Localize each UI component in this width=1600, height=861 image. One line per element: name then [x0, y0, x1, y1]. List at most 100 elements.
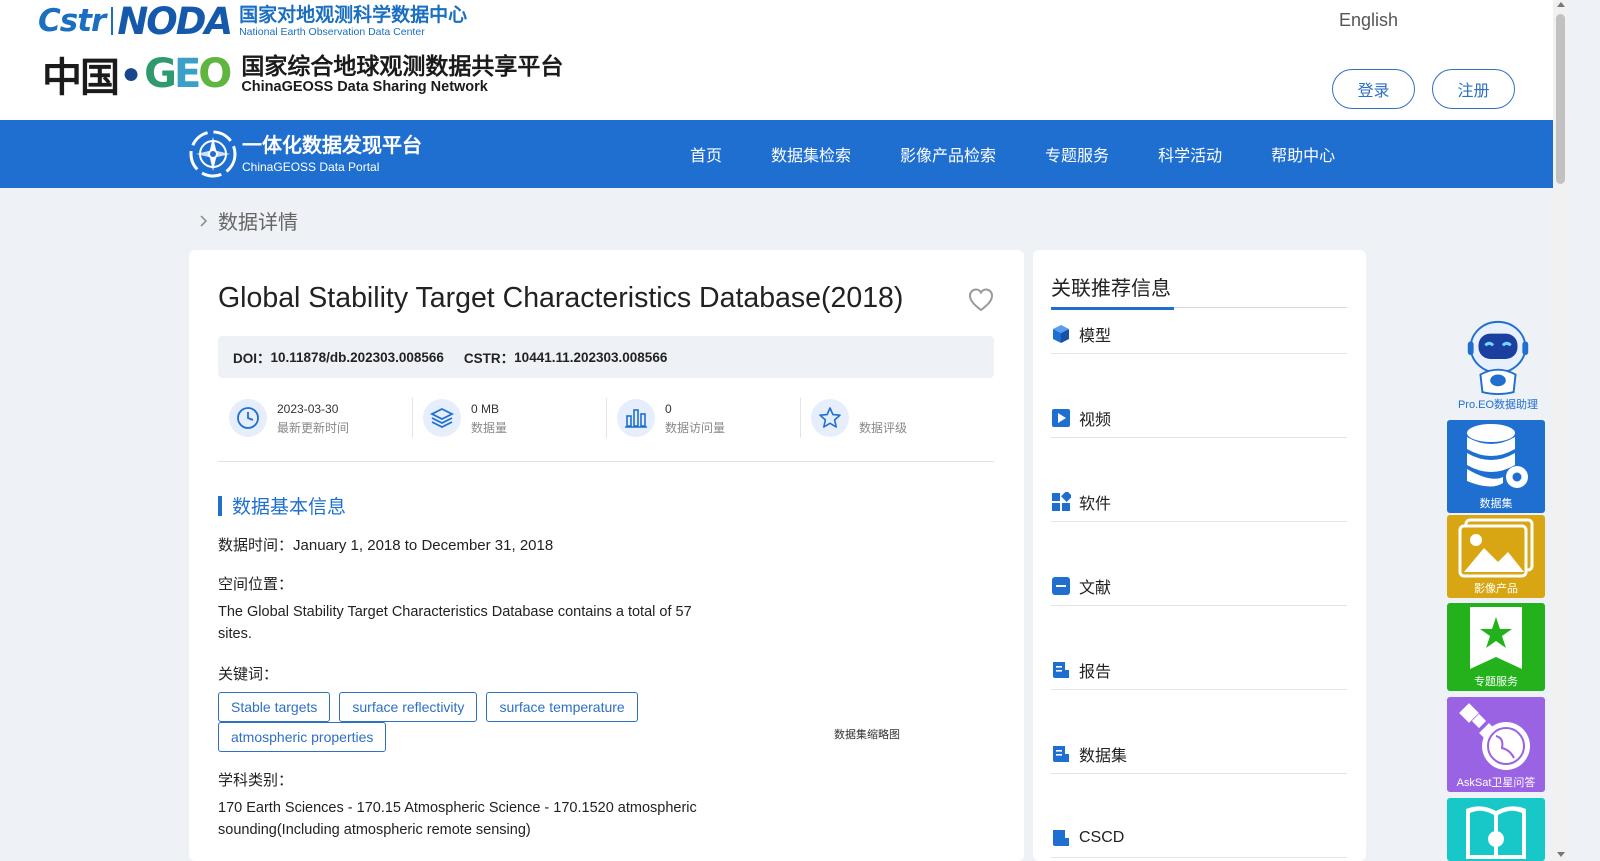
dataset-title: Global Stability Target Characteristics … [218, 282, 904, 314]
report-icon [1051, 660, 1071, 680]
nav-item-home[interactable]: 首页 [690, 142, 722, 166]
database-gear-icon [1467, 424, 1528, 488]
page-scrollbar[interactable] [1553, 0, 1568, 861]
noda-logo[interactable]: Cstr NODA 国家对地观测科学数据中心 National Earth Ob… [38, 0, 467, 43]
logo-separator [111, 7, 114, 35]
heart-icon[interactable] [967, 286, 995, 314]
related-item-label: CSCD [1079, 828, 1125, 846]
nav-menu: 首页 数据集检索 影像产品检索 专题服务 科学活动 帮助中心 [690, 120, 1335, 188]
keyword-tag[interactable]: atmospheric properties [218, 722, 387, 752]
related-item-label: 软件 [1079, 495, 1112, 513]
doc-icon [1051, 576, 1071, 596]
noda-logo-text: NODA [117, 0, 233, 43]
related-item-software[interactable]: 软件 [1051, 486, 1347, 522]
noda-name: 国家对地观测科学数据中心 National Earth Observation … [239, 5, 467, 38]
section-basic-info: 数据基本信息 [218, 492, 346, 519]
breadcrumb: 数据详情 [198, 206, 298, 235]
cstr-value[interactable]: 10441.11.202303.008566 [514, 350, 667, 365]
tool-book-button[interactable] [1447, 798, 1545, 861]
dataset-icon [1051, 744, 1071, 764]
star-icon [811, 399, 849, 437]
section-title: 数据基本信息 [232, 497, 347, 518]
scroll-thumb[interactable] [1556, 14, 1565, 184]
assistant-label: Pro.EO数据助理 [1457, 399, 1539, 411]
geo-logo-text: GEO [144, 51, 232, 97]
china-logo-text: 中国 [42, 54, 120, 101]
related-item-label: 视频 [1079, 411, 1112, 429]
stat-value: 0 [665, 401, 672, 416]
apps-icon [1051, 491, 1071, 512]
stat-value: 2023-03-30 [277, 401, 339, 416]
subject-label: 学科类别： [218, 772, 294, 789]
open-book-icon [1466, 806, 1526, 859]
stat-visits: 0 数据访问量 [606, 392, 800, 444]
scroll-up-arrow-icon[interactable] [1557, 2, 1565, 7]
tool-asksat-button[interactable]: AskSat卫星问答 [1447, 697, 1545, 792]
clock-icon [229, 399, 267, 437]
assistant-robot[interactable]: Pro.EO数据助理 [1450, 318, 1546, 412]
register-button[interactable]: 注册 [1432, 69, 1515, 109]
related-item-label: 数据集 [1079, 747, 1128, 765]
section-accent-bar [218, 495, 222, 516]
bookmark-star-icon [1470, 607, 1522, 669]
space-value: The Global Stability Target Characterist… [218, 604, 692, 642]
cube-icon [1051, 324, 1071, 344]
doi-value[interactable]: 10.11878/db.202303.008566 [271, 350, 444, 365]
tool-topic-service-button[interactable]: 专题服务 [1447, 603, 1545, 691]
keyword-tag[interactable]: surface temperature [486, 692, 638, 722]
logo-dot: ● [122, 57, 141, 90]
stat-data-size: 0 MB 数据量 [412, 392, 606, 444]
dataset-detail-card: Global Stability Target Characteristics … [189, 250, 1024, 861]
related-item-literature[interactable]: 文献 [1051, 570, 1347, 606]
related-item-label: 文献 [1079, 579, 1112, 597]
nav-item-dataset-search[interactable]: 数据集检索 [771, 142, 851, 166]
language-switch-link[interactable]: English [1339, 10, 1398, 31]
tool-image-product-label: 影像产品 [1474, 583, 1518, 595]
dataset-thumbnail: 数据集缩略图 [834, 729, 900, 741]
login-button[interactable]: 登录 [1332, 69, 1415, 109]
related-item-dataset[interactable]: 数据集 [1051, 738, 1347, 774]
scroll-down-arrow-icon[interactable] [1557, 852, 1565, 857]
nav-item-help-center[interactable]: 帮助中心 [1271, 142, 1335, 166]
related-item-cscd[interactable]: CSCD [1051, 822, 1347, 858]
cscd-icon [1051, 828, 1071, 848]
portal-compass-icon [189, 130, 237, 178]
noda-name-cn: 国家对地观测科学数据中心 [239, 4, 468, 26]
related-item-model[interactable]: 模型 [1051, 318, 1347, 354]
doi-cstr-bar: DOI： 10.11878/db.202303.008566 CSTR： 104… [218, 336, 994, 378]
related-item-report[interactable]: 报告 [1051, 654, 1347, 690]
breadcrumb-current: 数据详情 [218, 212, 298, 234]
subject-value: 170 Earth Sciences - 170.15 Atmospheric … [218, 800, 697, 838]
chinageoss-logo[interactable]: 中国 ● GEO 国家综合地球观测数据共享平台 ChinaGEOSS Data … [42, 44, 563, 104]
portal-title: 一体化数据发现平台 ChinaGEOSS Data Portal [242, 134, 422, 174]
chevron-right-icon [200, 214, 208, 227]
geoss-name-en: ChinaGEOSS Data Sharing Network [241, 79, 488, 95]
stat-label: 数据评级 [859, 420, 908, 435]
bar-chart-icon [617, 399, 655, 437]
dataset-stats: 2023-03-30 最新更新时间 0 MB 数据量 0 数据访问量 数据评级 [218, 392, 994, 462]
satellite-globe-icon [1459, 703, 1530, 770]
cstr-label: CSTR： [463, 351, 515, 366]
title-underline [1051, 307, 1174, 310]
keywords-label: 关键词： [218, 666, 279, 683]
nav-item-topic-service[interactable]: 专题服务 [1045, 142, 1109, 166]
portal-logo[interactable]: 一体化数据发现平台 ChinaGEOSS Data Portal [188, 129, 422, 179]
stat-label: 最新更新时间 [277, 420, 350, 435]
tool-asksat-label: AskSat卫星问答 [1456, 777, 1536, 789]
related-info-card: 关联推荐信息 模型 视频 软件 文献 报告 数据集 CSCD [1033, 250, 1366, 861]
keyword-tag[interactable]: Stable targets [218, 692, 331, 722]
noda-name-en: National Earth Observation Data Center [239, 25, 425, 38]
related-info-title: 关联推荐信息 [1051, 278, 1171, 300]
stat-label: 数据量 [471, 420, 508, 435]
nav-item-science-activity[interactable]: 科学活动 [1158, 142, 1222, 166]
keyword-tag[interactable]: surface reflectivity [339, 692, 478, 722]
tool-image-product-button[interactable]: 影像产品 [1447, 515, 1545, 598]
related-item-video[interactable]: 视频 [1051, 402, 1347, 438]
nav-item-image-search[interactable]: 影像产品检索 [900, 142, 996, 166]
stat-label: 数据访问量 [665, 420, 726, 435]
cstr-logo-text: Cstr [38, 3, 106, 39]
tool-dataset-button[interactable]: 数据集 [1447, 420, 1545, 513]
robot-icon [1467, 320, 1529, 396]
tool-topic-service-label: 专题服务 [1474, 676, 1518, 688]
stat-value [859, 401, 907, 417]
